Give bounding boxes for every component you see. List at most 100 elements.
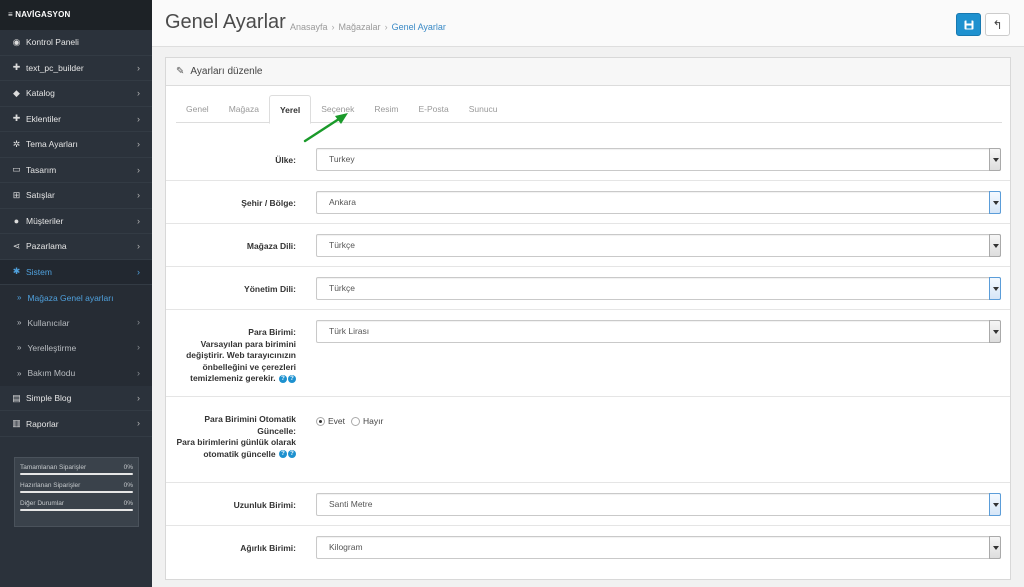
settings-panel: ✎ Ayarları düzenle Genel Mağaza Yerel Se… — [165, 57, 1011, 580]
sidebar-subitem-store-settings[interactable]: » Mağaza Genel ayarları — [0, 285, 152, 311]
sidebar-item-label: Tema Ayarları — [26, 139, 78, 150]
form-row-store-language: Mağaza Dili: Türkçe — [166, 224, 1010, 267]
admin-language-value: Türkçe — [329, 283, 355, 293]
radio-no-label: Hayır — [363, 416, 384, 426]
monitor-icon: ▭ — [12, 164, 21, 175]
breadcrumb-home[interactable]: Anasayfa — [290, 22, 328, 32]
puzzle-icon: ✚ — [12, 113, 21, 124]
store-language-value: Türkçe — [329, 240, 355, 250]
sidebar-subitem-label: Yerelleştirme — [27, 342, 77, 353]
radio-yes[interactable] — [316, 417, 325, 427]
pencil-icon: ✎ — [176, 66, 185, 77]
panel-heading: ✎ Ayarları düzenle — [166, 58, 1010, 86]
chevron-right-icon: › — [137, 367, 140, 378]
sidebar-subitem-label: Mağaza Genel ayarları — [27, 292, 114, 303]
nav-header: ≡ NAVİGASYON — [0, 0, 152, 30]
double-chevron-icon: » — [17, 293, 22, 303]
save-button[interactable] — [956, 13, 981, 36]
chevron-right-icon: › — [137, 241, 140, 251]
tab-mail[interactable]: E-Posta — [408, 95, 458, 123]
country-select[interactable]: Turkey — [316, 148, 1001, 171]
sidebar-item-dashboard[interactable]: ◉ Kontrol Paneli — [0, 30, 152, 56]
double-chevron-icon: » — [17, 368, 22, 378]
stat-label: Tamamlanan Siparişler — [20, 464, 87, 471]
radio-yes-option[interactable]: Evet — [316, 416, 346, 427]
tab-general[interactable]: Genel — [176, 95, 219, 123]
puzzle-icon: ✚ — [12, 62, 21, 73]
region-select[interactable]: Ankara — [316, 191, 1001, 214]
back-button[interactable]: ↰ — [985, 13, 1010, 36]
sidebar: ≡ NAVİGASYON ◉ Kontrol Paneli ✚ text_pc_… — [0, 0, 152, 587]
share-icon: ⋖ — [12, 240, 21, 251]
sidebar-item-label: Pazarlama — [26, 241, 67, 252]
sidebar-item-marketing[interactable]: ⋖ Pazarlama › — [0, 234, 152, 260]
cart-icon: ⊞ — [12, 189, 21, 200]
help-icon[interactable]: ? — [288, 374, 296, 383]
sidebar-item-label: Satışlar — [26, 190, 55, 201]
auto-currency-label: Para Birimini Otomatik Güncelle: Para bi… — [166, 414, 296, 460]
store-language-label: Mağaza Dili: — [246, 241, 296, 251]
sidebar-item-label: Müşteriler — [26, 215, 64, 226]
order-stats-box: Tamamlanan Siparişler 0% Hazırlanan Sipar… — [14, 457, 139, 527]
chevron-down-icon — [989, 191, 1001, 214]
sidebar-subitem-users[interactable]: » Kullanıcılar › — [0, 310, 152, 336]
stat-completed: Tamamlanan Siparişler 0% — [20, 464, 133, 475]
chevron-right-icon: › — [137, 190, 140, 200]
sidebar-item-design[interactable]: ▭ Tasarım › — [0, 158, 152, 183]
sidebar-item-simple-blog[interactable]: ▤ Simple Blog › — [0, 386, 152, 412]
country-label: Ülke: — [275, 155, 296, 165]
page-title: Genel Ayarlar — [165, 11, 286, 33]
sidebar-item-theme-settings[interactable]: ✲ Tema Ayarları › — [0, 132, 152, 158]
admin-language-select[interactable]: Türkçe — [316, 277, 1001, 300]
bar-chart-icon: ▥ — [12, 418, 21, 428]
help-icon[interactable]: ? — [279, 374, 287, 383]
auto-currency-help-text: Para birimlerini günlük olarak otomatik … — [176, 437, 296, 459]
page-header: Genel Ayarlar Anasayfa › Mağazalar › Gen… — [152, 0, 1024, 47]
chevron-right-icon: › — [137, 392, 140, 403]
stat-other: Diğer Durumlar 0% — [20, 500, 133, 511]
length-unit-label: Uzunluk Birimi: — [233, 500, 296, 510]
auto-currency-radio-group: Evet Hayır — [316, 416, 384, 427]
breadcrumb-stores[interactable]: Mağazalar — [339, 22, 381, 32]
progress-bar — [20, 509, 133, 511]
chevron-right-icon: › — [137, 215, 140, 226]
sidebar-item-sales[interactable]: ⊞ Satışlar › — [0, 183, 152, 209]
chevron-right-icon: › — [137, 342, 140, 353]
sidebar-item-pc-builder[interactable]: ✚ text_pc_builder › — [0, 56, 152, 81]
sidebar-item-customers[interactable]: ● Müşteriler › — [0, 209, 152, 234]
form-row-admin-language: Yönetim Dili: Türkçe — [166, 267, 1010, 310]
sidebar-subitem-maintenance[interactable]: » Bakım Modu › — [0, 360, 152, 386]
document-icon: ▤ — [12, 392, 21, 403]
breadcrumb: Anasayfa › Mağazalar › Genel Ayarlar — [290, 22, 446, 32]
chevron-right-icon: › — [137, 164, 140, 175]
admin-language-label: Yönetim Dili: — [244, 284, 296, 294]
user-icon: ● — [13, 215, 20, 226]
store-language-select[interactable]: Türkçe — [316, 234, 1001, 257]
region-value: Ankara — [329, 197, 356, 207]
length-unit-select[interactable]: Santi Metre — [316, 493, 1001, 516]
double-chevron-icon: » — [17, 318, 22, 328]
breadcrumb-current[interactable]: Genel Ayarlar — [392, 22, 446, 32]
form-row-auto-currency: Para Birimini Otomatik Güncelle: Para bi… — [166, 397, 1010, 483]
sidebar-item-system[interactable]: ✱ Sistem › — [0, 259, 152, 285]
radio-yes-label: Evet — [328, 416, 346, 426]
tab-server[interactable]: Sunucu — [459, 95, 508, 123]
stat-value: 0% — [123, 482, 133, 489]
tab-image[interactable]: Resim — [364, 95, 408, 123]
currency-value: Türk Lirası — [329, 326, 370, 336]
currency-select[interactable]: Türk Lirası — [316, 320, 1001, 343]
radio-no-option[interactable]: Hayır — [351, 416, 384, 427]
progress-bar — [20, 473, 133, 475]
double-chevron-icon: » — [17, 343, 22, 353]
form-row-country: Ülke: Turkey — [166, 138, 1010, 181]
sidebar-subitem-localisation[interactable]: » Yerelleştirme › — [0, 335, 152, 361]
chevron-down-icon: › — [137, 266, 140, 277]
radio-no[interactable] — [351, 417, 361, 427]
weight-unit-select[interactable]: Kilogram — [316, 536, 1001, 559]
sidebar-item-reports[interactable]: ▥ Raporlar › — [0, 411, 152, 437]
tab-store[interactable]: Mağaza — [219, 95, 269, 123]
sidebar-item-extensions[interactable]: ✚ Eklentiler › — [0, 107, 152, 132]
sidebar-item-catalog[interactable]: ◆ Katalog › — [0, 81, 152, 107]
help-icon[interactable]: ? — [288, 450, 296, 459]
help-icon[interactable]: ? — [279, 450, 287, 459]
